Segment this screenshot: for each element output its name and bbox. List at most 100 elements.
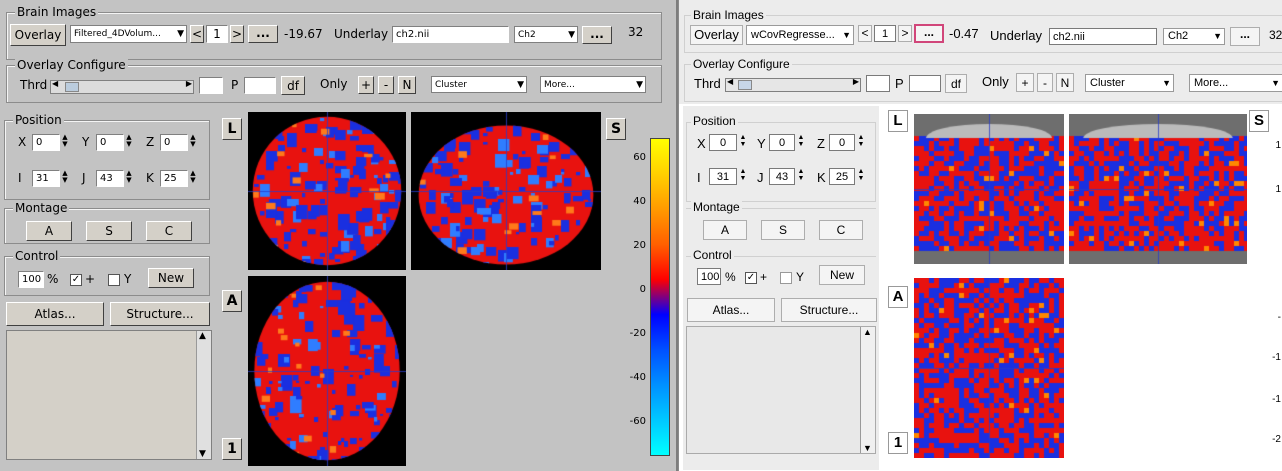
y-input[interactable]: 0 [96,134,124,151]
threshold-slider[interactable]: ◀ ▶ [725,77,861,92]
df-button[interactable]: df [281,76,305,95]
x-input[interactable]: 0 [32,134,60,151]
atlas-button[interactable]: Atlas... [6,302,104,326]
overlay-browse-button[interactable]: ... [248,25,278,43]
j-label: J [757,170,764,185]
next-frame-button[interactable]: > [898,25,912,42]
underlay-select[interactable]: Ch2 ▼ [514,26,578,43]
chevron-down-icon: ▼ [517,80,524,90]
new-button[interactable]: New [819,265,865,285]
only-negative-button[interactable]: - [1037,73,1053,92]
underlay-browse-button[interactable]: ... [582,26,612,44]
chevron-down-icon: ▼ [636,80,643,90]
overlay-button[interactable]: Overlay [10,24,66,46]
k-input[interactable]: 25 [160,170,188,187]
montage-axial-button[interactable]: A [703,220,747,240]
more-select[interactable]: More... ▼ [1189,74,1282,92]
coronal-view[interactable] [914,114,1064,264]
prev-frame-button[interactable]: < [190,25,204,43]
underlay-browse-button[interactable]: ... [1230,27,1260,46]
colorbar-tick-label: 60 [633,152,646,163]
threshold-slider[interactable]: ◀ ▶ [50,79,194,94]
zoom-percent-input[interactable]: 100 [697,268,721,285]
z-input[interactable]: 0 [829,134,855,151]
i-spinner[interactable]: ▲ ▼ [61,170,69,186]
y-input[interactable]: 0 [769,134,795,151]
info-scrollbar[interactable]: ▲ ▼ [196,331,211,459]
more-select-value: More... [1194,77,1229,89]
sagittal-view[interactable] [411,112,601,270]
montage-coronal-button[interactable]: C [146,221,192,241]
j-spinner[interactable]: ▲ ▼ [797,168,805,184]
montage-coronal-button[interactable]: C [819,220,863,240]
atlas-button[interactable]: Atlas... [687,298,775,322]
structure-button[interactable]: Structure... [110,302,210,326]
x-spinner[interactable]: ▲ ▼ [61,134,69,150]
cluster-select[interactable]: Cluster ▼ [1085,74,1174,92]
next-frame-button[interactable]: > [230,25,244,43]
y-checkbox[interactable] [780,272,792,284]
frame-input[interactable]: 1 [206,25,228,43]
x-input[interactable]: 0 [709,134,737,151]
df-button[interactable]: df [945,74,967,93]
p-value-input[interactable] [244,77,276,94]
info-scrollbar[interactable]: ▲ ▼ [860,327,875,453]
only-negative-button[interactable]: - [378,76,394,94]
slider-thumb[interactable] [65,82,79,92]
crosshair-checkbox[interactable]: ✓ [745,272,757,284]
scroll-down-icon: ▼ [199,449,206,459]
underlay-label: Underlay [334,27,389,41]
frame-input[interactable]: 1 [874,25,896,42]
threshold-input[interactable] [199,77,223,94]
k-spinner[interactable]: ▲ ▼ [189,170,197,186]
only-positive-button[interactable]: + [1016,73,1034,92]
j-input[interactable]: 43 [769,168,795,185]
prev-frame-button[interactable]: < [858,25,872,42]
structure-button[interactable]: Structure... [781,298,877,322]
y-spinner[interactable]: ▲ ▼ [125,134,133,150]
underlay-select[interactable]: Ch2 ▼ [1163,28,1225,45]
cluster-select[interactable]: Cluster ▼ [431,76,527,93]
crosshair-checkbox[interactable]: ✓ [70,274,82,286]
k-spinner[interactable]: ▲ ▼ [857,168,865,184]
overlay-file-select[interactable]: Filtered_4DVolum... ▼ [70,25,187,43]
coronal-view[interactable] [248,112,406,270]
underlay-file-input[interactable]: ch2.nii [1049,28,1157,45]
slider-thumb[interactable] [738,80,752,90]
montage-axial-button[interactable]: A [26,221,72,241]
only-none-button[interactable]: N [1056,73,1074,92]
y-spinner[interactable]: ▲ ▼ [797,134,805,150]
new-button[interactable]: New [148,268,194,288]
z-input[interactable]: 0 [160,134,188,151]
underlay-file-input[interactable]: ch2.nii [392,26,509,43]
only-positive-button[interactable]: + [358,76,374,94]
overlay-file-select[interactable]: wCovRegresse... ▼ [746,25,854,45]
z-spinner[interactable]: ▲ ▼ [189,134,197,150]
j-spinner[interactable]: ▲ ▼ [125,170,133,186]
underlay-label: Underlay [990,28,1043,43]
overlay-browse-button[interactable]: ... [914,24,944,43]
p-value-input[interactable] [909,75,941,92]
i-input[interactable]: 31 [32,170,60,187]
threshold-input[interactable] [866,75,890,92]
zoom-percent-input[interactable]: 100 [18,271,44,288]
info-textarea[interactable]: ▲ ▼ [6,330,212,460]
more-select[interactable]: More... ▼ [540,76,646,93]
k-input[interactable]: 25 [829,168,855,185]
montage-sagittal-button[interactable]: S [86,221,132,241]
i-input[interactable]: 31 [709,168,737,185]
info-textarea[interactable]: ▲ ▼ [686,326,876,454]
p-label: P [895,76,904,91]
montage-sagittal-button[interactable]: S [761,220,805,240]
overlay-button[interactable]: Overlay [690,25,743,45]
y-checkbox[interactable] [108,274,120,286]
z-spinner[interactable]: ▲ ▼ [857,134,865,150]
only-none-button[interactable]: N [398,76,416,94]
sagittal-view[interactable] [1069,114,1247,264]
i-spinner[interactable]: ▲ ▼ [739,168,747,184]
axial-view[interactable] [248,276,406,466]
volume-count: 32 [628,25,644,39]
j-input[interactable]: 43 [96,170,124,187]
axial-view[interactable] [914,278,1064,458]
x-spinner[interactable]: ▲ ▼ [739,134,747,150]
